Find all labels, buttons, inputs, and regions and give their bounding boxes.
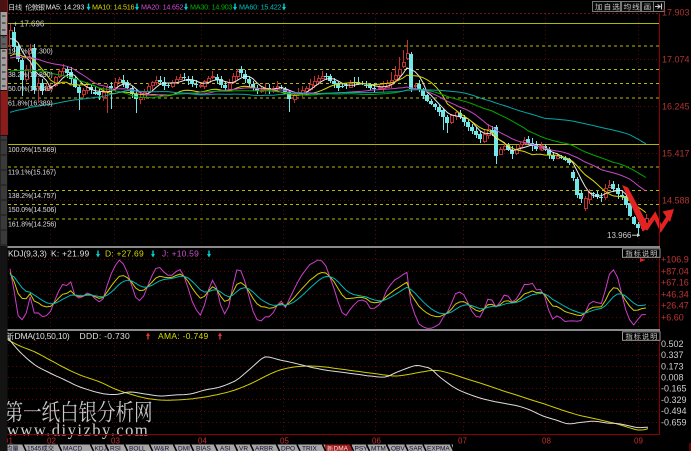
svg-text:0.173: 0.173 [661,361,684,371]
svg-text:0.337: 0.337 [661,350,684,360]
svg-text:+ 17.696: + 17.696 [13,20,45,29]
svg-text:04: 04 [198,437,207,446]
svg-text:15.417: 15.417 [662,149,690,159]
svg-text:VR: VR [239,446,248,451]
svg-text:-0.659: -0.659 [661,417,687,427]
svg-text:50.0%(16.640): 50.0%(16.640) [8,86,53,93]
svg-text:09: 09 [634,437,643,446]
svg-text:138.2%(14.757): 138.2%(14.757) [8,193,56,200]
svg-text:K: +21.99: K: +21.99 [51,249,89,259]
svg-text:61.8%(16.389): 61.8%(16.389) [8,100,53,107]
svg-text:MA10: 14.516: MA10: 14.516 [92,3,135,12]
svg-text:MA30: 14.903: MA30: 14.903 [190,3,233,12]
svg-text:D: +27.69: D: +27.69 [105,249,144,259]
svg-text:J: +10.59: J: +10.59 [162,249,199,259]
svg-text:BOLL: BOLL [129,446,146,451]
svg-text:+106.9: +106.9 [661,255,689,265]
svg-text:MTM: MTM [371,446,386,451]
svg-text:06: 06 [372,437,381,446]
svg-text:MA60: 15.422: MA60: 15.422 [239,3,282,12]
svg-text:03: 03 [111,437,120,446]
svg-text:DDD: -0.730: DDD: -0.730 [80,331,131,341]
svg-text:DMA(10,50,10): DMA(10,50,10) [15,331,70,341]
svg-text:161.8%(14.256): 161.8%(14.256) [8,221,56,228]
svg-text:0.502: 0.502 [661,339,684,349]
svg-text:+67.16: +67.16 [661,278,689,288]
svg-text:07: 07 [458,437,467,446]
svg-text:13.966: 13.966 [607,231,632,240]
svg-text:OBV: OBV [391,446,405,451]
svg-text:0.008: 0.008 [661,373,684,383]
svg-text:+6.60: +6.60 [661,313,684,323]
svg-text:17.074: 17.074 [662,55,690,65]
svg-text:AMA: -0.749: AMA: -0.749 [158,331,209,341]
svg-text:+46.34: +46.34 [661,290,689,300]
svg-text:+26.47: +26.47 [661,301,689,311]
svg-text:DMA: DMA [334,446,349,451]
svg-text:PSY: PSY [355,446,369,451]
svg-text:-0.329: -0.329 [661,395,687,405]
svg-text:-0.494: -0.494 [661,406,687,416]
svg-text:5: 5 [38,446,42,451]
svg-text:02: 02 [47,437,56,446]
svg-text:14.588: 14.588 [662,196,690,206]
svg-text:MA20: 14.652: MA20: 14.652 [141,3,184,12]
svg-text:DPO: DPO [281,446,295,451]
svg-text:www.diyizby.com: www.diyizby.com [7,421,149,440]
svg-text:150.0%(14.506): 150.0%(14.506) [8,207,56,214]
svg-text:16.245: 16.245 [662,102,690,112]
svg-text:17.903: 17.903 [662,8,690,18]
svg-text:38.2%(16.890): 38.2%(16.890) [8,72,53,79]
svg-text:08: 08 [542,437,551,446]
svg-text:W&R: W&R [154,446,169,451]
svg-text:MACD: MACD [63,446,82,451]
svg-text:RSI: RSI [110,446,121,451]
svg-text:SAR: SAR [409,446,423,451]
svg-text:BIAS: BIAS [196,446,211,451]
svg-text:119.1%(15.167): 119.1%(15.167) [8,170,56,177]
svg-text:19.1%(17.300): 19.1%(17.300) [8,49,53,56]
svg-text:DMI: DMI [178,446,190,451]
svg-text:EXPMA: EXPMA [427,446,450,451]
svg-text:ASI: ASI [220,446,231,451]
svg-text:100.0%(15.569): 100.0%(15.569) [8,147,56,154]
svg-text:05: 05 [280,437,289,446]
svg-text:ARBR: ARBR [255,446,273,451]
svg-text:KDJ(9,3,3): KDJ(9,3,3) [8,249,47,259]
svg-text:+87.04: +87.04 [661,267,689,277]
svg-text:MA5: 14.293: MA5: 14.293 [46,3,85,12]
svg-text:-0.165: -0.165 [661,384,687,394]
svg-text:KDJ: KDJ [95,446,107,451]
svg-text:TRIX: TRIX [302,446,317,451]
